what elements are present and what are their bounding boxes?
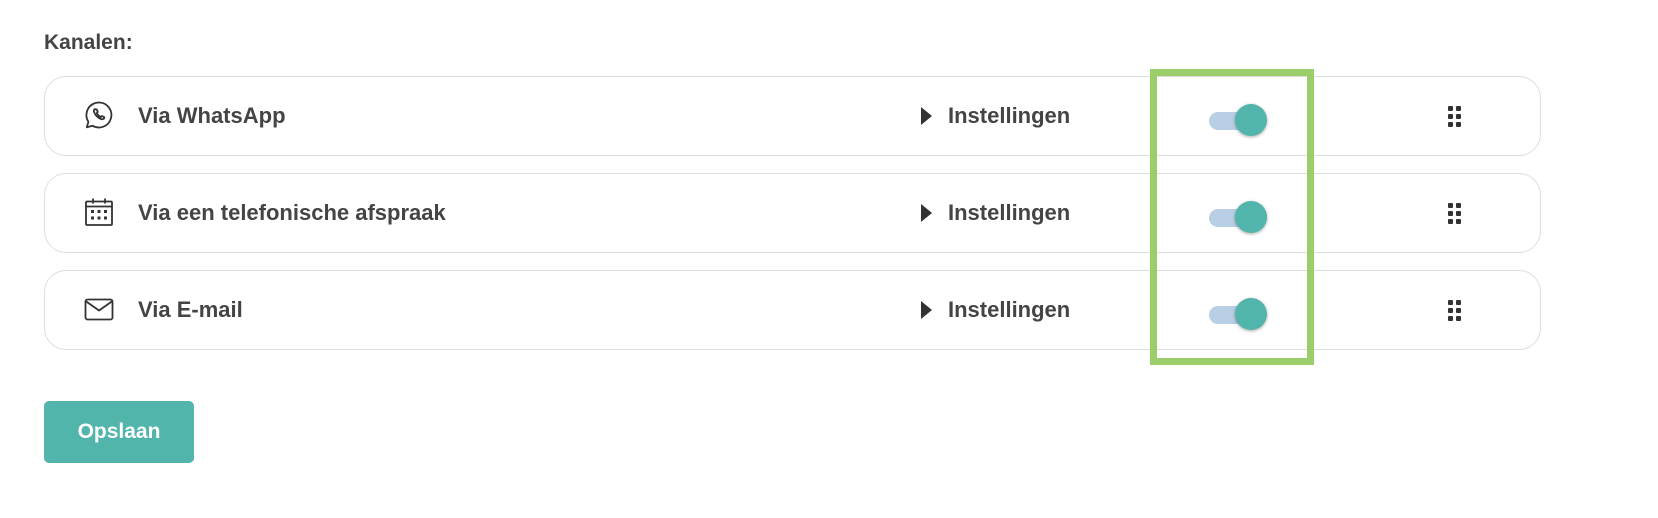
channel-row-email: Via E-mail Instellingen	[44, 270, 1541, 350]
calendar-icon	[83, 196, 115, 228]
settings-toggle-phone-appointment[interactable]: Instellingen	[921, 198, 1070, 228]
channel-toggle-email[interactable]	[1209, 296, 1269, 332]
caret-right-icon	[921, 204, 932, 222]
settings-label: Instellingen	[948, 103, 1071, 128]
drag-handle-icon[interactable]	[1448, 106, 1464, 128]
settings-label: Instellingen	[948, 297, 1071, 322]
drag-handle-icon[interactable]	[1448, 300, 1464, 322]
settings-toggle-email[interactable]: Instellingen	[921, 295, 1070, 325]
channel-name: Via E-mail	[138, 297, 243, 322]
mail-icon	[83, 293, 115, 325]
settings-label: Instellingen	[948, 200, 1071, 225]
channels-section-label: Kanalen:	[44, 31, 133, 54]
toggle-knob	[1235, 201, 1267, 233]
settings-toggle-whatsapp[interactable]: Instellingen	[921, 101, 1070, 131]
channel-row-whatsapp: Via WhatsApp Instellingen	[44, 76, 1541, 156]
channel-list: Via WhatsApp Instellingen Via een telefo…	[44, 76, 1541, 367]
save-button[interactable]: Opslaan	[44, 401, 194, 463]
toggle-knob	[1235, 298, 1267, 330]
channel-toggle-whatsapp[interactable]	[1209, 102, 1269, 138]
caret-right-icon	[921, 301, 932, 319]
channel-row-phone-appointment: Via een telefonische afspraak Instelling…	[44, 173, 1541, 253]
channel-name: Via een telefonische afspraak	[138, 200, 446, 225]
drag-handle-icon[interactable]	[1448, 203, 1464, 225]
channel-name: Via WhatsApp	[138, 103, 286, 128]
caret-right-icon	[921, 107, 932, 125]
whatsapp-icon	[83, 99, 115, 131]
toggle-knob	[1235, 104, 1267, 136]
channel-toggle-phone-appointment[interactable]	[1209, 199, 1269, 235]
